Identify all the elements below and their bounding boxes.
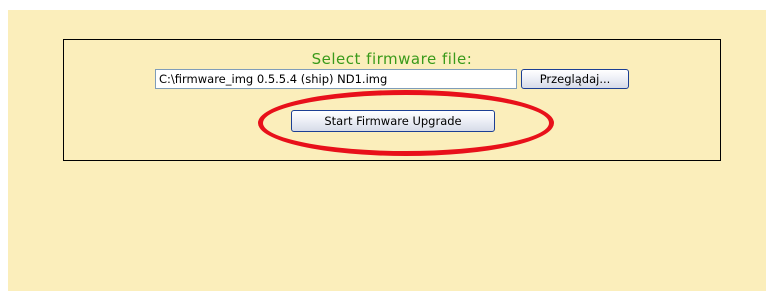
panel-title: Select firmware file: bbox=[311, 50, 473, 68]
page: Select firmware file: C:\firmware_img 0.… bbox=[0, 0, 766, 291]
firmware-file-input[interactable]: C:\firmware_img 0.5.5.4 (ship) ND1.img bbox=[155, 69, 517, 89]
browse-button[interactable]: Przeglądaj... bbox=[521, 69, 629, 89]
firmware-upload-panel: Select firmware file: C:\firmware_img 0.… bbox=[63, 39, 721, 161]
start-firmware-upgrade-button[interactable]: Start Firmware Upgrade bbox=[291, 110, 495, 132]
